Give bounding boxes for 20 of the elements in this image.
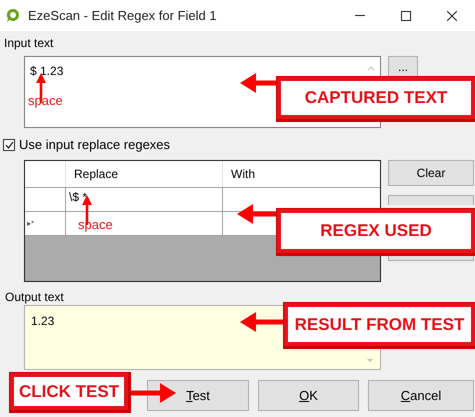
- replace-checkbox-label: Use input replace regexes: [19, 136, 170, 154]
- annotation-note: space: [28, 94, 63, 108]
- clear-button[interactable]: Clear: [388, 160, 474, 186]
- callout-tooltip: CAPTURED TEXT: [277, 77, 475, 119]
- column-header[interactable]: With: [223, 161, 380, 187]
- callout-tooltip: REGEX USED: [277, 209, 475, 253]
- browse-button[interactable]: ...: [388, 56, 418, 76]
- table-cell-text: \$ *: [69, 189, 88, 206]
- output-text-label: Output text: [5, 290, 64, 304]
- cancel-button[interactable]: Cancel: [368, 380, 474, 411]
- ok-button[interactable]: OK: [258, 380, 359, 411]
- callout-tooltip: CLICK TEST: [10, 373, 128, 410]
- annotation-note: space: [78, 218, 113, 232]
- test-button[interactable]: Test: [147, 380, 249, 411]
- column-header[interactable]: Replace: [66, 161, 223, 187]
- callout-tooltip: RESULT FROM TEST: [284, 303, 475, 346]
- input-text-value: $ 1.23: [30, 63, 64, 80]
- window-title: EzeScan - Edit Regex for Field 1: [28, 6, 217, 25]
- input-text-label: Input text: [4, 36, 54, 50]
- row-marker: ▸*: [27, 218, 34, 230]
